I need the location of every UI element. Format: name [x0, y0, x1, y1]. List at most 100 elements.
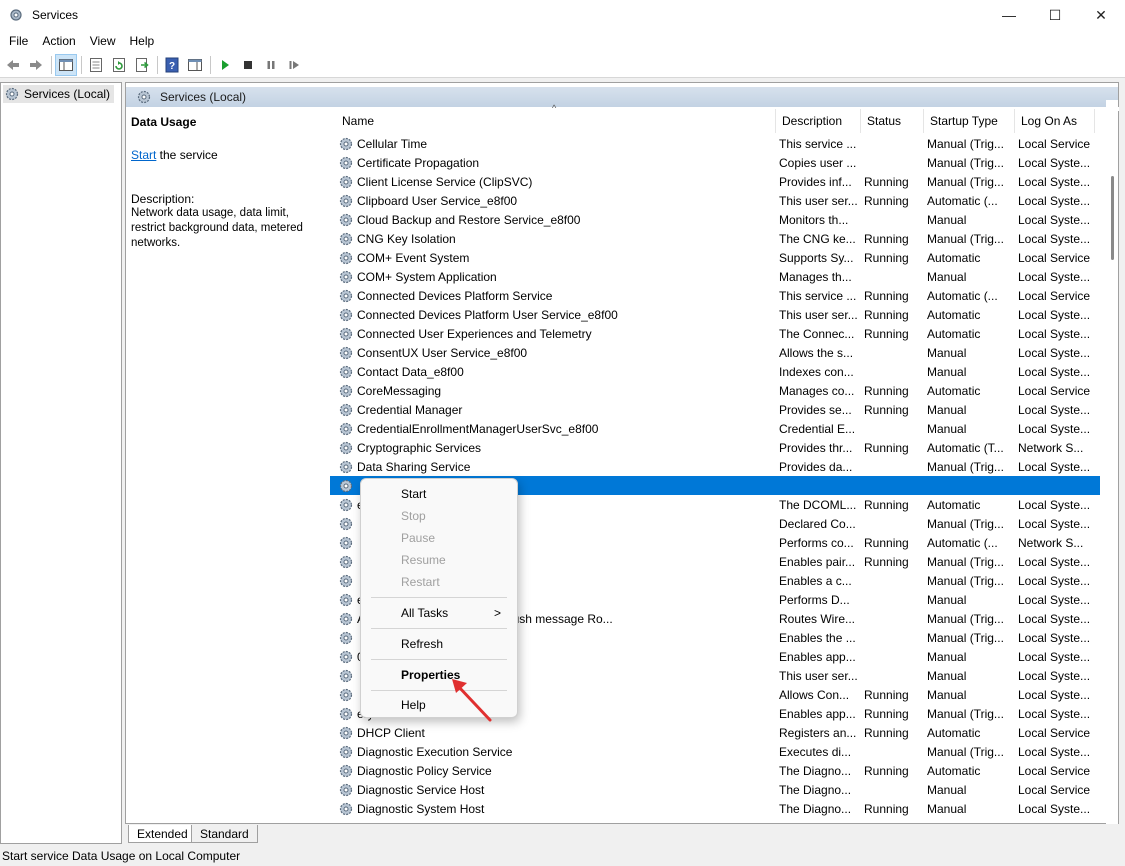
service-status: Running: [864, 763, 909, 778]
pause-service-button[interactable]: [260, 54, 282, 76]
service-name: Connected Devices Platform Service: [357, 288, 553, 303]
column-header-name[interactable]: Name: [336, 109, 776, 133]
service-log-on-as: Local Syste...: [1018, 668, 1091, 683]
service-startup-type: Automatic (...: [927, 288, 998, 303]
tab-standard[interactable]: Standard: [191, 825, 258, 843]
properties-toolbar-button[interactable]: [85, 54, 107, 76]
tree-item-services-local[interactable]: Services (Local): [3, 85, 115, 103]
close-button[interactable]: ✕: [1078, 0, 1124, 30]
service-description: Manages th...: [779, 269, 852, 284]
service-startup-type: Manual: [927, 402, 967, 417]
table-row[interactable]: Clipboard User Service_e8f00 This user se…: [330, 191, 1100, 210]
back-button[interactable]: [2, 54, 24, 76]
service-description: Provides se...: [779, 402, 852, 417]
column-header-description[interactable]: Description: [776, 109, 861, 133]
service-description: Executes di...: [779, 744, 852, 759]
back-arrow-icon: [7, 59, 19, 70]
column-header-log-on-as[interactable]: Log On As: [1015, 109, 1095, 133]
table-row[interactable]: Diagnostic Service Host The Diagno... Manu…: [330, 780, 1100, 799]
table-row[interactable]: Data Sharing Service Provides da... Manual…: [330, 457, 1100, 476]
table-row[interactable]: Cloud Backup and Restore Service_e8f00 Mo…: [330, 210, 1100, 229]
gear-icon: [339, 346, 353, 360]
service-description: Routes Wire...: [779, 611, 856, 626]
menu-item-start[interactable]: Start: [365, 483, 513, 505]
svg-text:?: ?: [169, 61, 175, 72]
table-row[interactable]: Diagnostic System Host The Diagno... Runni…: [330, 799, 1100, 818]
menu-item-stop[interactable]: Stop: [365, 505, 513, 527]
vertical-scrollbar[interactable]: [1106, 100, 1118, 824]
service-name: Certificate Propagation: [357, 155, 480, 170]
column-header-startup-type[interactable]: Startup Type: [924, 109, 1015, 133]
toolbar-separator: [157, 55, 158, 74]
gear-icon: [339, 726, 353, 740]
description-pane: Data Usage Start the service Description…: [126, 109, 330, 823]
menu-item-resume[interactable]: Resume: [365, 549, 513, 571]
stop-service-button[interactable]: [237, 54, 259, 76]
menu-item-pause[interactable]: Pause: [365, 527, 513, 549]
table-row[interactable]: Certificate Propagation Copies user ... Ma…: [330, 153, 1100, 172]
table-row[interactable]: Client License Service (ClipSVC) Provides…: [330, 172, 1100, 191]
menu-item-refresh[interactable]: Refresh: [365, 633, 513, 655]
table-row[interactable]: Credential Manager Provides se... Running M…: [330, 400, 1100, 419]
restart-service-button[interactable]: [283, 54, 305, 76]
service-description: Enables pair...: [779, 554, 856, 569]
table-row[interactable]: COM+ Event System Supports Sy... Running Au…: [330, 248, 1100, 267]
title-bar: Services — ☐ ✕: [0, 0, 1125, 30]
service-description: This user ser...: [779, 307, 858, 322]
service-startup-type: Manual (Trig...: [927, 744, 1004, 759]
gear-icon: [339, 232, 353, 246]
menu-item-restart[interactable]: Restart: [365, 571, 513, 593]
help-toolbar-button[interactable]: ?: [161, 54, 183, 76]
scrollbar-thumb[interactable]: [1111, 176, 1114, 260]
show-hide-console-tree-button[interactable]: [55, 53, 77, 76]
table-row[interactable]: Diagnostic Execution Service Executes di.…: [330, 742, 1100, 761]
table-row[interactable]: ConsentUX User Service_e8f00 Allows the s…: [330, 343, 1100, 362]
table-row[interactable]: COM+ System Application Manages th... Manu…: [330, 267, 1100, 286]
service-log-on-as: Local Syste...: [1018, 497, 1091, 512]
start-service-link[interactable]: Start: [131, 148, 156, 162]
close-icon: ✕: [1095, 6, 1107, 23]
gear-icon: [339, 460, 353, 474]
table-row[interactable]: Diagnostic Policy Service The Diagno... Ru…: [330, 761, 1100, 780]
service-log-on-as: Local Syste...: [1018, 687, 1091, 702]
service-status: Running: [864, 326, 909, 341]
gear-icon: [339, 536, 353, 550]
menu-help[interactable]: Help: [123, 34, 162, 48]
table-row[interactable]: Contact Data_e8f00 Indexes con... Manual Lo…: [330, 362, 1100, 381]
service-status: Running: [864, 706, 909, 721]
service-status: Running: [864, 174, 909, 189]
service-log-on-as: Local Syste...: [1018, 611, 1091, 626]
service-startup-type: Manual (Trig...: [927, 630, 1004, 645]
service-log-on-as: Local Syste...: [1018, 212, 1091, 227]
table-row[interactable]: Connected User Experiences and Telemetry…: [330, 324, 1100, 343]
menu-item-all-tasks[interactable]: All Tasks >: [365, 602, 513, 624]
service-log-on-as: Local Syste...: [1018, 402, 1091, 417]
table-row[interactable]: Connected Devices Platform User Service_…: [330, 305, 1100, 324]
table-row[interactable]: Connected Devices Platform Service This s…: [330, 286, 1100, 305]
menu-view[interactable]: View: [83, 34, 123, 48]
show-action-pane-button[interactable]: [184, 54, 206, 76]
service-name: Client License Service (ClipSVC): [357, 174, 533, 189]
minimize-button[interactable]: —: [986, 0, 1032, 30]
service-status: Running: [864, 440, 909, 455]
service-log-on-as: Local Syste...: [1018, 459, 1091, 474]
maximize-button[interactable]: ☐: [1032, 0, 1078, 30]
service-description: Allows Con...: [779, 687, 850, 702]
menu-action[interactable]: Action: [35, 34, 82, 48]
table-row[interactable]: CredentialEnrollmentManagerUserSvc_e8f00…: [330, 419, 1100, 438]
service-log-on-as: Local Syste...: [1018, 307, 1091, 322]
menu-file[interactable]: File: [2, 34, 35, 48]
table-row[interactable]: Cryptographic Services Provides thr... Run…: [330, 438, 1100, 457]
service-startup-type: Automatic (...: [927, 193, 998, 208]
refresh-toolbar-button[interactable]: [108, 54, 130, 76]
column-header-status[interactable]: Status: [861, 109, 924, 133]
toolbar-separator: [51, 55, 52, 74]
service-description: Performs co...: [779, 535, 854, 550]
start-service-button[interactable]: [214, 54, 236, 76]
table-row[interactable]: Cellular Time This service ... Manual (Tri…: [330, 134, 1100, 153]
table-row[interactable]: CoreMessaging Manages co... Running Automat…: [330, 381, 1100, 400]
tab-extended[interactable]: Extended: [128, 825, 197, 843]
table-row[interactable]: CNG Key Isolation The CNG ke... Running Man…: [330, 229, 1100, 248]
export-list-button[interactable]: [131, 54, 153, 76]
forward-button[interactable]: [25, 54, 47, 76]
